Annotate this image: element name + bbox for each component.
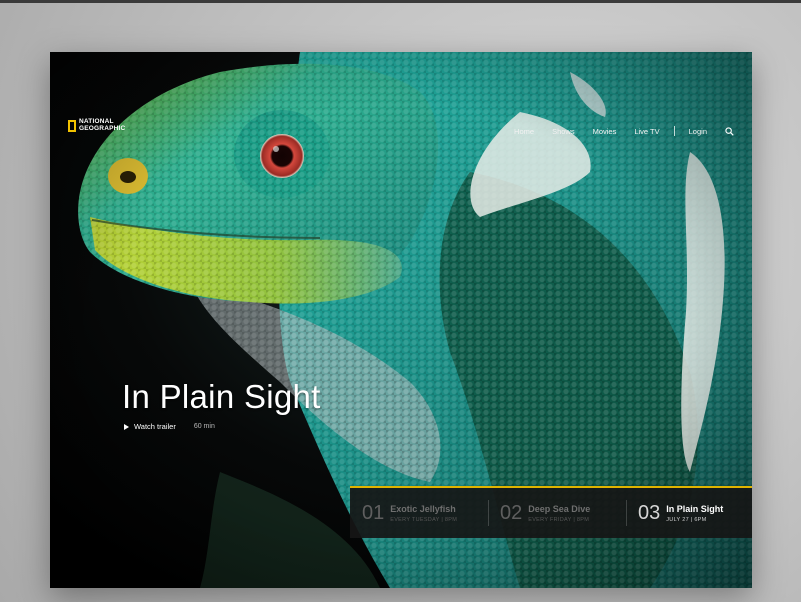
episode-number: 01 [362,501,385,524]
search-icon[interactable] [725,126,734,136]
episode-info: Exotic Jellyfish EVERY TUESDAY | 8PM [390,504,457,523]
search-icon-glyph [725,126,734,136]
login-link[interactable]: Login [689,127,707,136]
play-icon [124,423,129,430]
top-navigation: NATIONAL GEOGRAPHIC Home Shows Movies Li… [50,52,752,172]
duration-label: 60 min [193,423,215,430]
episode-schedule: JULY 27 | 6PM [666,516,707,523]
episode-card-3[interactable]: 03 In Plain Sight JULY 27 | 6PM [626,488,752,538]
yellow-frame-icon [68,119,76,132]
episode-info: Deep Sea Dive EVERY FRIDAY | 8PM [528,504,590,523]
episode-strip: 01 Exotic Jellyfish EVERY TUESDAY | 8PM … [350,486,752,538]
hero-title: In Plain Sight [122,378,321,415]
nav-item-movies[interactable]: Movies [593,127,617,136]
nav-divider [673,126,675,136]
episode-number: 02 [500,501,523,524]
nav-item-shows[interactable]: Shows [552,127,575,136]
watch-trailer-label: Watch trailer [134,422,176,431]
nav-item-home[interactable]: Home [514,127,534,136]
episode-title: Exotic Jellyfish [390,503,456,514]
episode-card-1[interactable]: 01 Exotic Jellyfish EVERY TUESDAY | 8PM [350,488,488,538]
main-nav: Home Shows Movies Live TV Login [496,126,734,136]
episode-card-2[interactable]: 02 Deep Sea Dive EVERY FRIDAY | 8PM [488,488,626,538]
episode-schedule: EVERY TUESDAY | 8PM [390,516,458,523]
episode-number: 03 [638,501,661,524]
episode-info: In Plain Sight JULY 27 | 6PM [666,504,723,523]
episode-title: Deep Sea Dive [528,503,591,514]
hero-meta: Watch trailer 60 min [124,422,215,431]
brand-logo[interactable]: NATIONAL GEOGRAPHIC [68,118,126,132]
nav-item-live-tv[interactable]: Live TV [634,127,659,136]
brand-name: NATIONAL GEOGRAPHIC [79,118,126,132]
presentation-stage: NATIONAL GEOGRAPHIC Home Shows Movies Li… [0,0,801,602]
watch-trailer-button[interactable]: Watch trailer [124,422,176,431]
episode-schedule: EVERY FRIDAY | 8PM [528,516,590,523]
website-mockup: NATIONAL GEOGRAPHIC Home Shows Movies Li… [50,52,752,588]
episode-title: In Plain Sight [666,503,724,514]
